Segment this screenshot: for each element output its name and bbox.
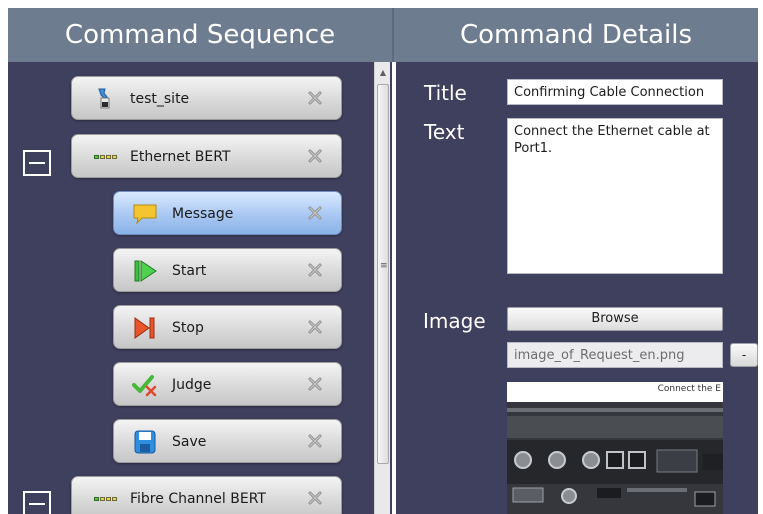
- image-file-field: image_of_Request_en.png: [507, 342, 723, 368]
- delete-icon[interactable]: [307, 319, 323, 335]
- remove-image-button[interactable]: -: [730, 343, 758, 367]
- app-window: Command Sequence Command Details test_si…: [8, 8, 758, 514]
- browse-button[interactable]: Browse: [507, 307, 723, 331]
- equipment-photo: [507, 402, 723, 514]
- title-input[interactable]: Confirming Cable Connection: [507, 79, 723, 105]
- collapse-toggle-fibre-channel-bert[interactable]: [23, 491, 51, 514]
- stop-icon: [134, 317, 155, 339]
- delete-icon[interactable]: [307, 433, 323, 449]
- command-sequence-panel: test_site Ethernet BERT Message Start St…: [8, 62, 374, 514]
- delete-icon[interactable]: [307, 148, 323, 164]
- command-item-label: Fibre Channel BERT: [130, 491, 266, 507]
- command-item-fibre-channel-bert[interactable]: Fibre Channel BERT: [71, 476, 342, 514]
- command-item-label: test_site: [130, 91, 190, 107]
- command-details-panel: Title Confirming Cable Connection Text C…: [396, 62, 758, 514]
- delete-icon[interactable]: [307, 205, 323, 221]
- command-item-message[interactable]: Message: [113, 191, 342, 235]
- flask-icon: [98, 88, 110, 109]
- floppy-disk-icon: [134, 430, 156, 454]
- scroll-up-arrow-icon[interactable]: ▲: [375, 66, 391, 80]
- command-item-label: Save: [172, 434, 207, 450]
- message-bubble-icon: [133, 204, 157, 225]
- preview-caption: Connect the E: [507, 382, 723, 402]
- command-item-label: Start: [172, 263, 207, 279]
- delete-icon[interactable]: [307, 490, 323, 506]
- command-item-label: Message: [172, 206, 234, 222]
- delete-icon[interactable]: [307, 262, 323, 278]
- command-item-save[interactable]: Save: [113, 419, 342, 463]
- grip-icon: ≡: [380, 261, 388, 271]
- command-sequence-header: Command Sequence: [8, 8, 392, 62]
- text-label: Text: [424, 120, 465, 144]
- collapse-toggle-ethernet-bert[interactable]: [23, 150, 51, 176]
- command-item-test-site[interactable]: test_site: [71, 76, 342, 120]
- command-details-header: Command Details: [394, 8, 758, 62]
- delete-icon[interactable]: [307, 90, 323, 106]
- text-area[interactable]: Connect the Ethernet cable at Port1.: [507, 118, 723, 274]
- image-preview: Connect the E: [507, 382, 723, 514]
- scroll-thumb[interactable]: ≡: [377, 84, 389, 464]
- command-item-ethernet-bert[interactable]: Ethernet BERT: [71, 134, 342, 178]
- command-item-start[interactable]: Start: [113, 248, 342, 292]
- led-indicator-icon: [94, 497, 117, 501]
- command-item-stop[interactable]: Stop: [113, 305, 342, 349]
- checkmark-icon: [132, 375, 157, 397]
- command-item-label: Stop: [172, 320, 204, 336]
- led-indicator-icon: [94, 155, 117, 159]
- sequence-scrollbar[interactable]: ▲ ≡: [374, 62, 390, 514]
- play-icon: [134, 260, 157, 282]
- delete-icon[interactable]: [307, 376, 323, 392]
- title-label: Title: [424, 81, 467, 105]
- command-item-judge[interactable]: Judge: [113, 362, 342, 406]
- command-item-label: Judge: [172, 377, 212, 393]
- minus-icon: [29, 162, 45, 164]
- minus-icon: [29, 503, 45, 505]
- image-label: Image: [423, 309, 486, 333]
- command-item-label: Ethernet BERT: [130, 149, 231, 165]
